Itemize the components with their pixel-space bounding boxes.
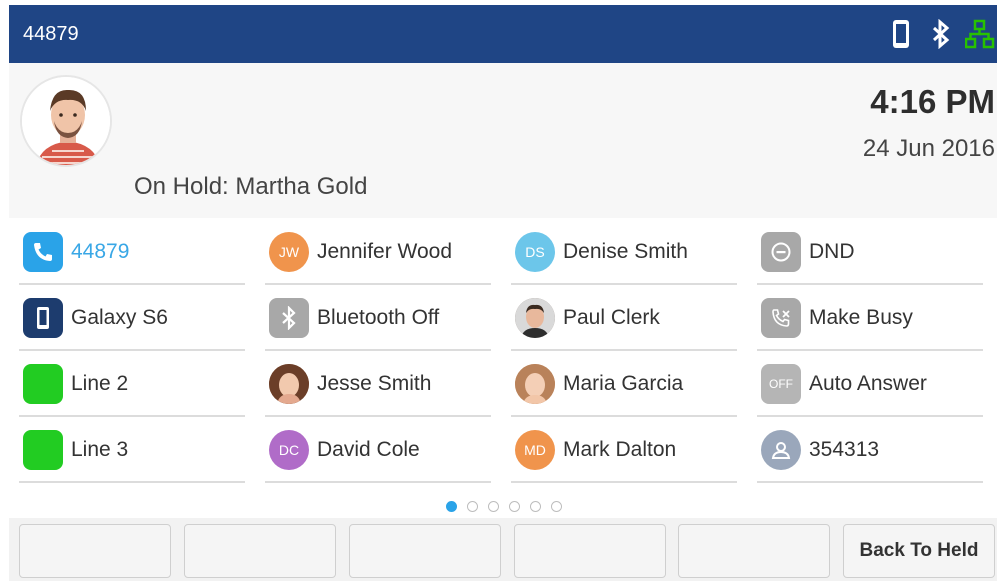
dnd-icon: [761, 232, 801, 272]
key-line-3[interactable]: Line 3: [19, 419, 245, 483]
key-jennifer-wood[interactable]: JW Jennifer Wood: [265, 221, 491, 285]
page-dot[interactable]: [446, 501, 457, 512]
key-mark-dalton[interactable]: MD Mark Dalton: [511, 419, 737, 483]
key-label: Auto Answer: [809, 372, 927, 395]
initials-avatar: DC: [269, 430, 309, 470]
off-badge: OFF: [761, 364, 801, 404]
softkey-4[interactable]: [514, 524, 666, 578]
bluetooth-icon: [269, 298, 309, 338]
hold-status-text: On Hold: Martha Gold: [134, 173, 368, 200]
key-maria-garcia[interactable]: Maria Garcia: [511, 353, 737, 417]
softkey-1[interactable]: [19, 524, 171, 578]
key-label: Galaxy S6: [71, 306, 168, 329]
key-label: David Cole: [317, 438, 420, 461]
key-label: Line 3: [71, 438, 129, 461]
line-status-icon: [23, 430, 63, 470]
photo-avatar: [515, 298, 555, 338]
key-label: 354313: [809, 438, 880, 461]
call-info-panel: On Hold: Martha Gold 4:16 PM 24 Jun 2016: [9, 63, 997, 218]
photo-avatar: [515, 364, 555, 404]
softkey-bar: Back To Held: [9, 518, 997, 581]
softkey-2[interactable]: [184, 524, 336, 578]
key-label: DND: [809, 240, 855, 263]
key-bluetooth-off[interactable]: Bluetooth Off: [265, 287, 491, 351]
key-dnd[interactable]: DND: [757, 221, 983, 285]
page-dot[interactable]: [530, 501, 541, 512]
softkey-3[interactable]: [349, 524, 501, 578]
key-auto-answer[interactable]: OFF Auto Answer: [757, 353, 983, 417]
clock-time: 4:16 PM: [870, 83, 995, 120]
caller-avatar: [20, 75, 112, 167]
back-to-held-button[interactable]: Back To Held: [843, 524, 995, 578]
page-dot[interactable]: [488, 501, 499, 512]
key-label: Line 2: [71, 372, 129, 395]
contact-icon: [761, 430, 801, 470]
page-indicator: [446, 501, 562, 513]
key-denise-smith[interactable]: DS Denise Smith: [511, 221, 737, 285]
page-dot[interactable]: [509, 501, 520, 512]
key-label: Jesse Smith: [317, 372, 432, 395]
key-354313[interactable]: 354313: [757, 419, 983, 483]
bluetooth-icon: [929, 18, 953, 50]
key-label: Paul Clerk: [563, 306, 660, 329]
initials-avatar: DS: [515, 232, 555, 272]
make-busy-icon: [761, 298, 801, 338]
mobile-phone-icon: [889, 19, 913, 49]
mobile-phone-icon: [23, 298, 63, 338]
key-label: 44879: [71, 240, 130, 263]
key-label: Denise Smith: [563, 240, 688, 263]
key-make-busy[interactable]: Make Busy: [757, 287, 983, 351]
key-label: Bluetooth Off: [317, 306, 440, 329]
clock-date: 24 Jun 2016: [862, 135, 995, 162]
key-david-cole[interactable]: DC David Cole: [265, 419, 491, 483]
key-line-2[interactable]: Line 2: [19, 353, 245, 417]
line-status-icon: [23, 364, 63, 404]
page-dot[interactable]: [467, 501, 478, 512]
photo-avatar: [269, 364, 309, 404]
key-label: Make Busy: [809, 306, 913, 329]
key-paul-clerk[interactable]: Paul Clerk: [511, 287, 737, 351]
line-key-44879[interactable]: 44879: [19, 221, 245, 285]
programmable-keys-grid: 44879 Galaxy S6 Line 2 Line 3 JW Jennife…: [19, 221, 995, 487]
initials-avatar: JW: [269, 232, 309, 272]
softkey-5[interactable]: [678, 524, 830, 578]
handset-icon: [23, 232, 63, 272]
key-label: Maria Garcia: [563, 372, 684, 395]
extension-label: 44879: [23, 23, 79, 45]
status-bar: 44879: [9, 5, 997, 63]
page-dot[interactable]: [551, 501, 562, 512]
key-jesse-smith[interactable]: Jesse Smith: [265, 353, 491, 417]
key-label: Jennifer Wood: [317, 240, 453, 263]
network-icon: [964, 19, 995, 49]
key-label: Mark Dalton: [563, 438, 677, 461]
key-galaxy-s6[interactable]: Galaxy S6: [19, 287, 245, 351]
initials-avatar: MD: [515, 430, 555, 470]
